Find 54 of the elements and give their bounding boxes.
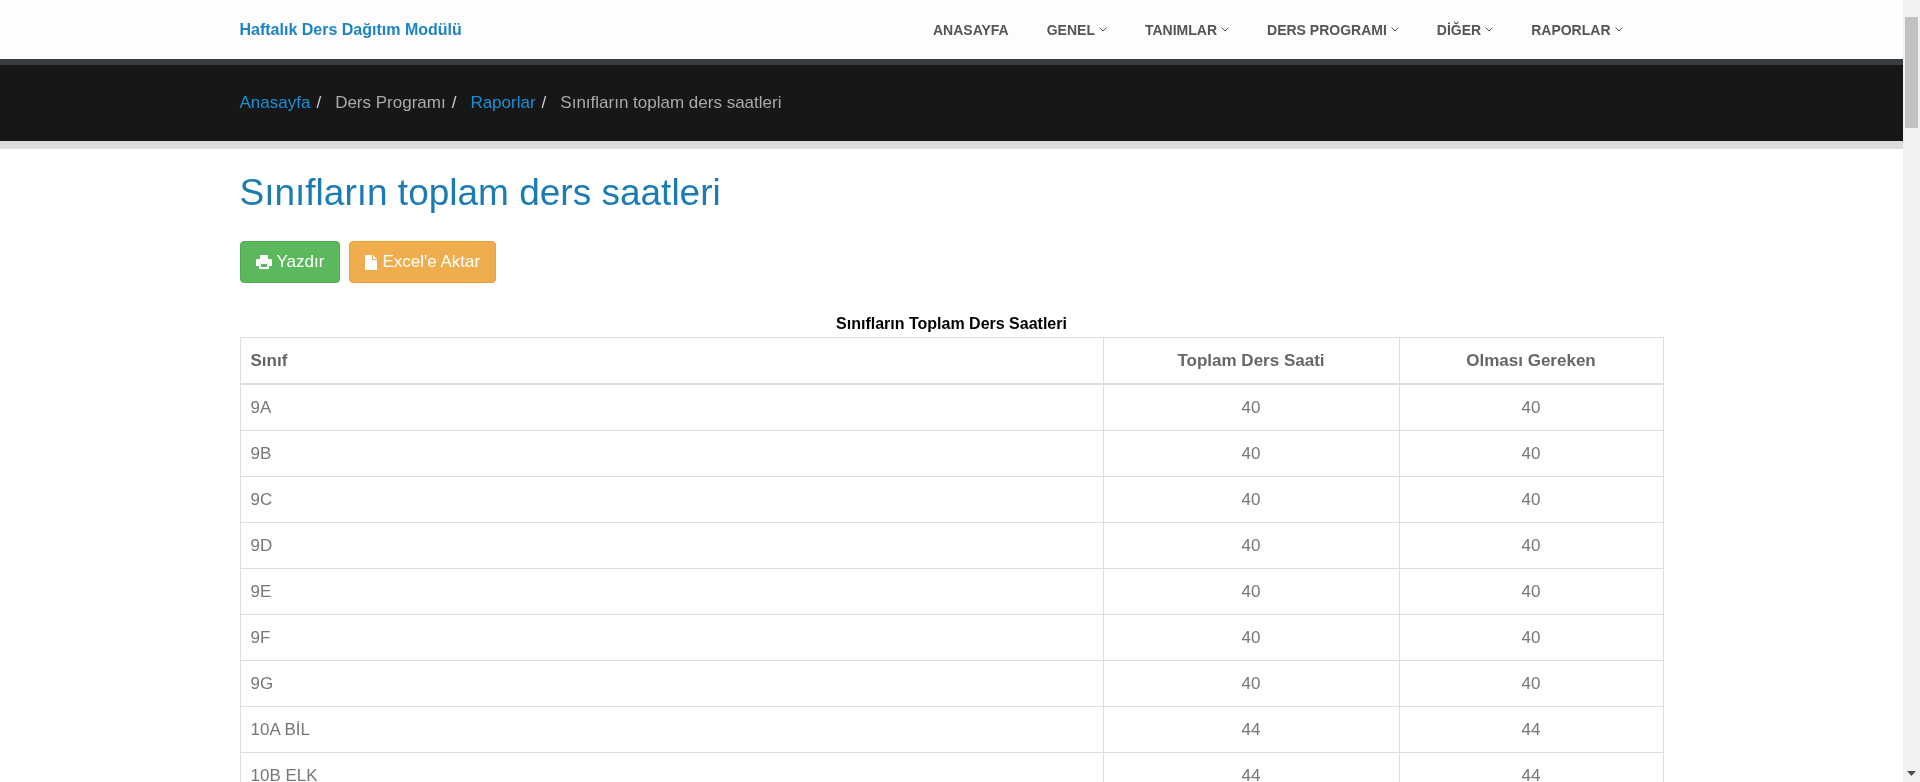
table-cell: 40 — [1399, 660, 1663, 707]
table-cell: 9F — [240, 614, 1103, 661]
breadcrumb-link[interactable]: Anasayfa — [239, 93, 311, 113]
nav-menu-item[interactable]: DERS PROGRAMI — [1248, 21, 1418, 38]
breadcrumb-separator: / — [316, 93, 322, 113]
chevron-down-icon — [1098, 27, 1107, 32]
table-cell: 9C — [240, 476, 1103, 523]
table-cell: 40 — [1399, 430, 1663, 477]
nav-menu-item[interactable]: ANASAYFA — [914, 21, 1028, 38]
chevron-down-icon — [1390, 27, 1399, 32]
table-cell: 44 — [1103, 706, 1399, 753]
nav-menu-item[interactable]: TANIMLAR — [1125, 21, 1248, 38]
table-cell: 40 — [1399, 614, 1663, 661]
chevron-down-icon — [1614, 27, 1623, 32]
table-cell: 9D — [240, 522, 1103, 569]
breadcrumb-item: Sınıfların toplam ders saatleri — [560, 93, 782, 113]
table-cell: 10A BİL — [240, 706, 1103, 753]
table-cell: 40 — [1399, 384, 1663, 431]
table-cell: 40 — [1103, 660, 1399, 707]
page-title: Sınıfların toplam ders saatleri — [239, 171, 722, 215]
table-cell: 40 — [1399, 568, 1663, 615]
nav-menu-item[interactable]: RAPORLAR — [1512, 21, 1642, 38]
brand-link[interactable]: Haftalık Ders Dağıtım Modülü — [239, 20, 462, 39]
table-cell: 9B — [240, 430, 1103, 477]
table-cell: 40 — [1103, 476, 1399, 523]
table-cell: 9G — [240, 660, 1103, 707]
breadcrumb-item: Ders Programı — [335, 93, 446, 113]
table-cell: 40 — [1103, 384, 1399, 431]
column-header: Toplam Ders Saati — [1103, 337, 1399, 384]
table-cell: 40 — [1399, 476, 1663, 523]
table-cell: 40 — [1103, 522, 1399, 569]
breadcrumb-separator: / — [541, 93, 547, 113]
table-cell: 40 — [1103, 568, 1399, 615]
table-cell: 40 — [1103, 614, 1399, 661]
chevron-down-icon — [1485, 27, 1494, 32]
chevron-down-icon — [1221, 27, 1229, 32]
nav-menu-item[interactable]: DİĞER — [1417, 21, 1513, 38]
column-header: Olması Gereken — [1399, 337, 1663, 384]
table-cell: 10B ELK — [240, 752, 1103, 782]
breadcrumb-link[interactable]: Raporlar — [470, 93, 536, 113]
breadcrumb-separator: / — [451, 93, 457, 113]
table-cell: 44 — [1399, 706, 1663, 753]
table-cell: 40 — [1399, 522, 1663, 569]
nav-menu-item[interactable]: GENEL — [1027, 21, 1126, 38]
table-cell: 9A — [240, 384, 1103, 431]
table-cell: 40 — [1103, 430, 1399, 477]
scroll-down-arrow-icon[interactable] — [1907, 771, 1916, 776]
table-cell: 9E — [240, 568, 1103, 615]
printer-icon — [255, 255, 272, 269]
scrollbar[interactable] — [1903, 0, 1920, 782]
scrollbar-thumb[interactable] — [1905, 17, 1918, 128]
column-header: Sınıf — [240, 337, 1103, 384]
table-caption: Sınıfların Toplam Ders Saatleri — [835, 315, 1068, 333]
file-icon — [365, 254, 378, 270]
